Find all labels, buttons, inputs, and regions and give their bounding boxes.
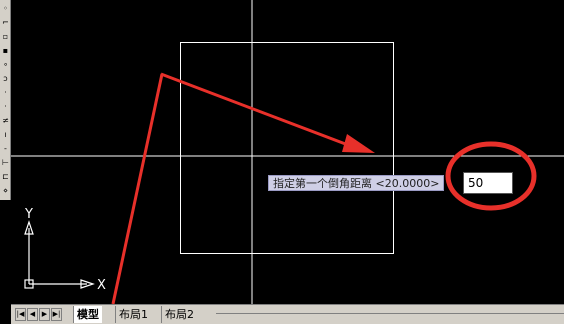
drawing-svg: Y X bbox=[11, 0, 564, 304]
rotate-icon[interactable]: ɔ bbox=[2, 74, 9, 83]
horizontal-scroll-track[interactable] bbox=[216, 313, 564, 314]
ucs-y-label: Y bbox=[24, 207, 33, 222]
ucs-icon: Y X bbox=[24, 207, 106, 293]
explode-icon[interactable]: ⋄ bbox=[2, 186, 9, 195]
dynamic-input-prompt: 指定第一个倒角距离 <20.0000> bbox=[268, 175, 445, 191]
tab-model[interactable]: 模型 bbox=[73, 306, 102, 323]
layout-tab-bar: |◀ ◀ ▶ ▶| 模型 布局1 布局2 bbox=[11, 304, 564, 324]
copy-icon[interactable]: ◦ bbox=[2, 4, 9, 13]
array-icon[interactable]: ▪ bbox=[2, 46, 9, 55]
tab-layout1[interactable]: 布局1 bbox=[115, 306, 151, 323]
arrow-head-right bbox=[342, 134, 375, 153]
arrow-line-right bbox=[160, 72, 357, 150]
stretch-icon[interactable]: · bbox=[2, 102, 9, 111]
trim-icon[interactable]: ≠ bbox=[2, 116, 9, 125]
chamfer-distance-input[interactable] bbox=[463, 172, 513, 194]
offset-icon[interactable]: ▫ bbox=[2, 32, 9, 41]
tab-layout2[interactable]: 布局2 bbox=[161, 306, 197, 323]
break-icon[interactable]: - bbox=[2, 144, 9, 153]
last-icon[interactable]: ▶| bbox=[51, 308, 62, 321]
modify-toolbar: ◦ ⌐ ▫ ▪ ∘ ɔ · · ≠ ı - ⊢ ⊏ ⋄ bbox=[0, 0, 11, 200]
arrow-line-down bbox=[111, 73, 164, 304]
extend-icon[interactable]: ı bbox=[2, 130, 9, 139]
drawing-area[interactable]: Y X bbox=[11, 0, 564, 304]
scale-icon[interactable]: · bbox=[2, 88, 9, 97]
next-icon[interactable]: ▶ bbox=[39, 308, 50, 321]
prev-icon[interactable]: ◀ bbox=[27, 308, 38, 321]
fillet-icon[interactable]: ⊏ bbox=[2, 172, 9, 181]
first-icon[interactable]: |◀ bbox=[15, 308, 26, 321]
mirror-icon[interactable]: ⌐ bbox=[2, 18, 9, 27]
move-icon[interactable]: ∘ bbox=[2, 60, 9, 69]
autocad-window: ◦ ⌐ ▫ ▪ ∘ ɔ · · ≠ ı - ⊢ ⊏ ⋄ Y X 指定第一个倒角距… bbox=[0, 0, 564, 324]
ucs-x-label: X bbox=[97, 278, 106, 293]
chamfer-icon[interactable]: ⊢ bbox=[2, 158, 9, 167]
